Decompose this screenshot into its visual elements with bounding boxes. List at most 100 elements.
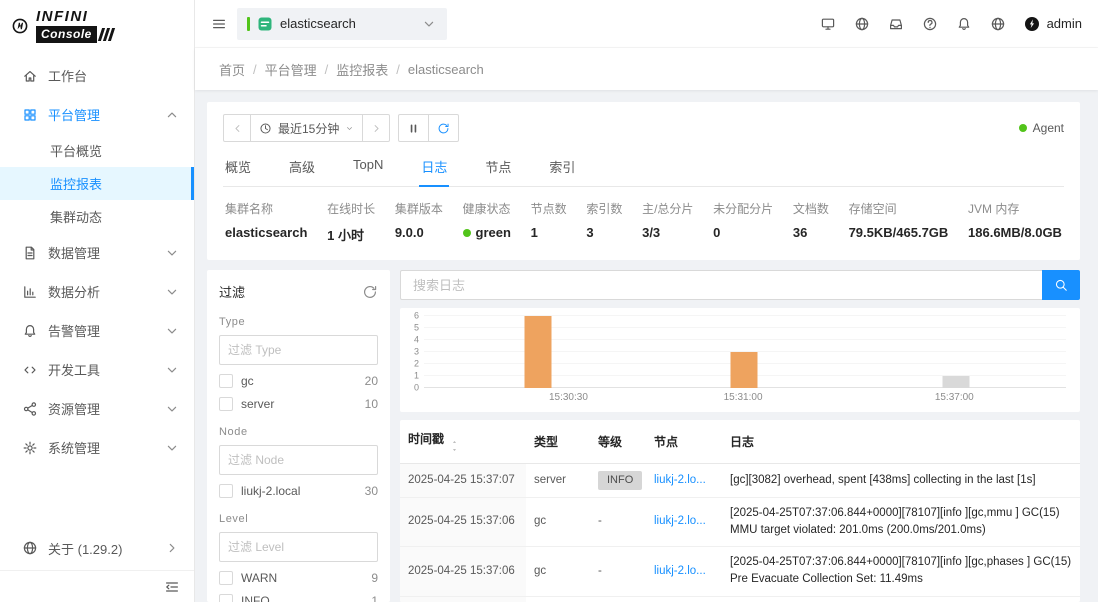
checkbox[interactable] (219, 374, 233, 388)
column-header-label: 等级 (598, 435, 622, 449)
filter-level-input[interactable] (219, 532, 378, 562)
pause-icon (407, 122, 420, 135)
checkbox[interactable] (219, 571, 233, 585)
checkbox[interactable] (219, 594, 233, 602)
table-row: 2025-04-25 15:37:06gc-liukj-2.lo...[2025… (400, 497, 1080, 547)
cell-timestamp: 2025-04-25 15:37:06 (400, 497, 526, 547)
filter-option-gc[interactable]: gc20 (219, 374, 378, 388)
pause-button[interactable] (398, 114, 429, 142)
chart-gridline (424, 339, 1066, 340)
sidebar-item-platform-overview[interactable]: 平台概览 (0, 134, 194, 167)
inbox-icon[interactable] (888, 16, 904, 32)
cell-timestamp: 2025-04-25 15:37:06 (400, 547, 526, 597)
agent-status-dot (1019, 124, 1027, 132)
tab-nodes[interactable]: 节点 (483, 148, 513, 187)
stat-value: green (463, 225, 511, 240)
filter-group-label: Node (219, 426, 378, 438)
column-header-level: 等级 (590, 420, 646, 464)
toolbar: 最近15分钟 (223, 112, 1064, 144)
chevron-down-icon (164, 440, 180, 456)
sidebar-item-platform-management[interactable]: 平台管理 (0, 95, 194, 134)
filter-option-warn[interactable]: WARN9 (219, 571, 378, 585)
about-label: 关于 (1.29.2) (48, 539, 164, 558)
filter-option-info[interactable]: INFO1 (219, 594, 378, 602)
sidebar-footer: 关于 (1.29.2) (0, 530, 194, 602)
sidebar-item-workbench[interactable]: 工作台 (0, 56, 194, 95)
stat-value: 1 (531, 225, 567, 240)
tab-advanced[interactable]: 高级 (287, 148, 317, 187)
stat-value: 1 小时 (327, 225, 375, 244)
time-range-button[interactable]: 最近15分钟 (250, 114, 363, 142)
stat-node-count: 节点数1 (531, 200, 567, 244)
cell-type: gc (526, 596, 590, 602)
filter-option-liukj-2.local[interactable]: liukj-2.local30 (219, 484, 378, 498)
checkbox[interactable] (219, 484, 233, 498)
node-link[interactable]: liukj-2.lo... (654, 565, 706, 577)
code-icon (22, 362, 38, 378)
breadcrumb-item[interactable]: 首页 (219, 60, 245, 79)
breadcrumb-item[interactable]: 监控报表 (336, 60, 388, 79)
y-axis-tick-label: 2 (414, 360, 419, 369)
stat-value: 36 (793, 225, 829, 240)
tab-indices[interactable]: 索引 (547, 148, 577, 187)
filter-panel-header: 过滤 (219, 282, 378, 301)
grid-icon (22, 107, 38, 123)
infini-logo-icon (12, 18, 28, 34)
sidebar-item-label: 数据管理 (48, 243, 164, 262)
sidebar-item-alerting[interactable]: 告警管理 (0, 311, 194, 350)
cluster-list-icon[interactable] (211, 16, 227, 32)
app-logo: INFINI Console (0, 0, 194, 52)
filter-group-node: Node liukj-2.local30 (219, 426, 378, 498)
filter-refresh-icon[interactable] (362, 284, 378, 300)
overview-card: 最近15分钟 (207, 102, 1080, 260)
breadcrumb-item[interactable]: 平台管理 (265, 60, 317, 79)
sidebar-item-system-management[interactable]: 系统管理 (0, 428, 194, 467)
chart-icon (22, 284, 38, 300)
tab-topn[interactable]: TopN (351, 148, 385, 187)
cell-log: [2025-04-25T07:37:06.844+0000][78107][in… (722, 547, 1080, 597)
sidebar-item-monitoring-reports[interactable]: 监控报表 (0, 167, 194, 200)
sidebar-item-about[interactable]: 关于 (1.29.2) (0, 530, 194, 566)
refresh-button[interactable] (428, 114, 459, 142)
checkbox[interactable] (219, 397, 233, 411)
time-next-button[interactable] (362, 114, 390, 142)
log-search (400, 270, 1080, 300)
y-axis-tick-label: 4 (414, 336, 419, 345)
language-icon[interactable] (990, 16, 1006, 32)
filter-option-server[interactable]: server10 (219, 397, 378, 411)
stat-label: 健康状态 (463, 200, 511, 217)
column-header-label: 日志 (730, 435, 754, 449)
stat-value-text: 79.5KB/465.7GB (849, 225, 949, 240)
node-link[interactable]: liukj-2.lo... (654, 474, 706, 486)
node-link[interactable]: liukj-2.lo... (654, 515, 706, 527)
sidebar-item-dev-tools[interactable]: 开发工具 (0, 350, 194, 389)
sidebar-item-resource-management[interactable]: 资源管理 (0, 389, 194, 428)
time-prev-button[interactable] (223, 114, 251, 142)
sort-icons (450, 439, 459, 453)
bell-icon[interactable] (956, 16, 972, 32)
cell-log: [gc][3082] overhead, spent [438ms] colle… (722, 464, 1080, 498)
tab-logs[interactable]: 日志 (419, 148, 449, 187)
menu-fold-icon[interactable] (164, 579, 180, 595)
cluster-selector[interactable]: elasticsearch (237, 8, 447, 40)
y-axis-tick-label: 1 (414, 372, 419, 381)
filter-groups: Typegc20server10Nodeliukj-2.local30Level… (219, 316, 378, 602)
main-area: elasticsearch admin 首页/平台管理/监控报表/elastic… (195, 0, 1098, 602)
sidebar-item-cluster-activities[interactable]: 集群动态 (0, 200, 194, 233)
globe-icon[interactable] (854, 16, 870, 32)
monitor-icon[interactable] (820, 16, 836, 32)
user-menu[interactable]: admin (1024, 16, 1082, 32)
search-button[interactable] (1042, 270, 1080, 300)
table-row: 2025-04-25 15:37:06gc-liukj-2.lo...[2025… (400, 547, 1080, 597)
sidebar-item-data-analysis[interactable]: 数据分析 (0, 272, 194, 311)
tab-overview[interactable]: 概览 (223, 148, 253, 187)
page-content: 最近15分钟 (195, 90, 1098, 602)
sidebar-item-data-management[interactable]: 数据管理 (0, 233, 194, 272)
help-icon[interactable] (922, 16, 938, 32)
column-header-timestamp[interactable]: 时间戳 (400, 420, 526, 464)
log-search-input[interactable] (400, 270, 1042, 300)
cell-timestamp: 2025-04-25 15:37:06 (400, 596, 526, 602)
stat-jvm-memory: JVM 内存186.6MB/8.0GB (968, 200, 1062, 244)
filter-type-input[interactable] (219, 335, 378, 365)
filter-node-input[interactable] (219, 445, 378, 475)
